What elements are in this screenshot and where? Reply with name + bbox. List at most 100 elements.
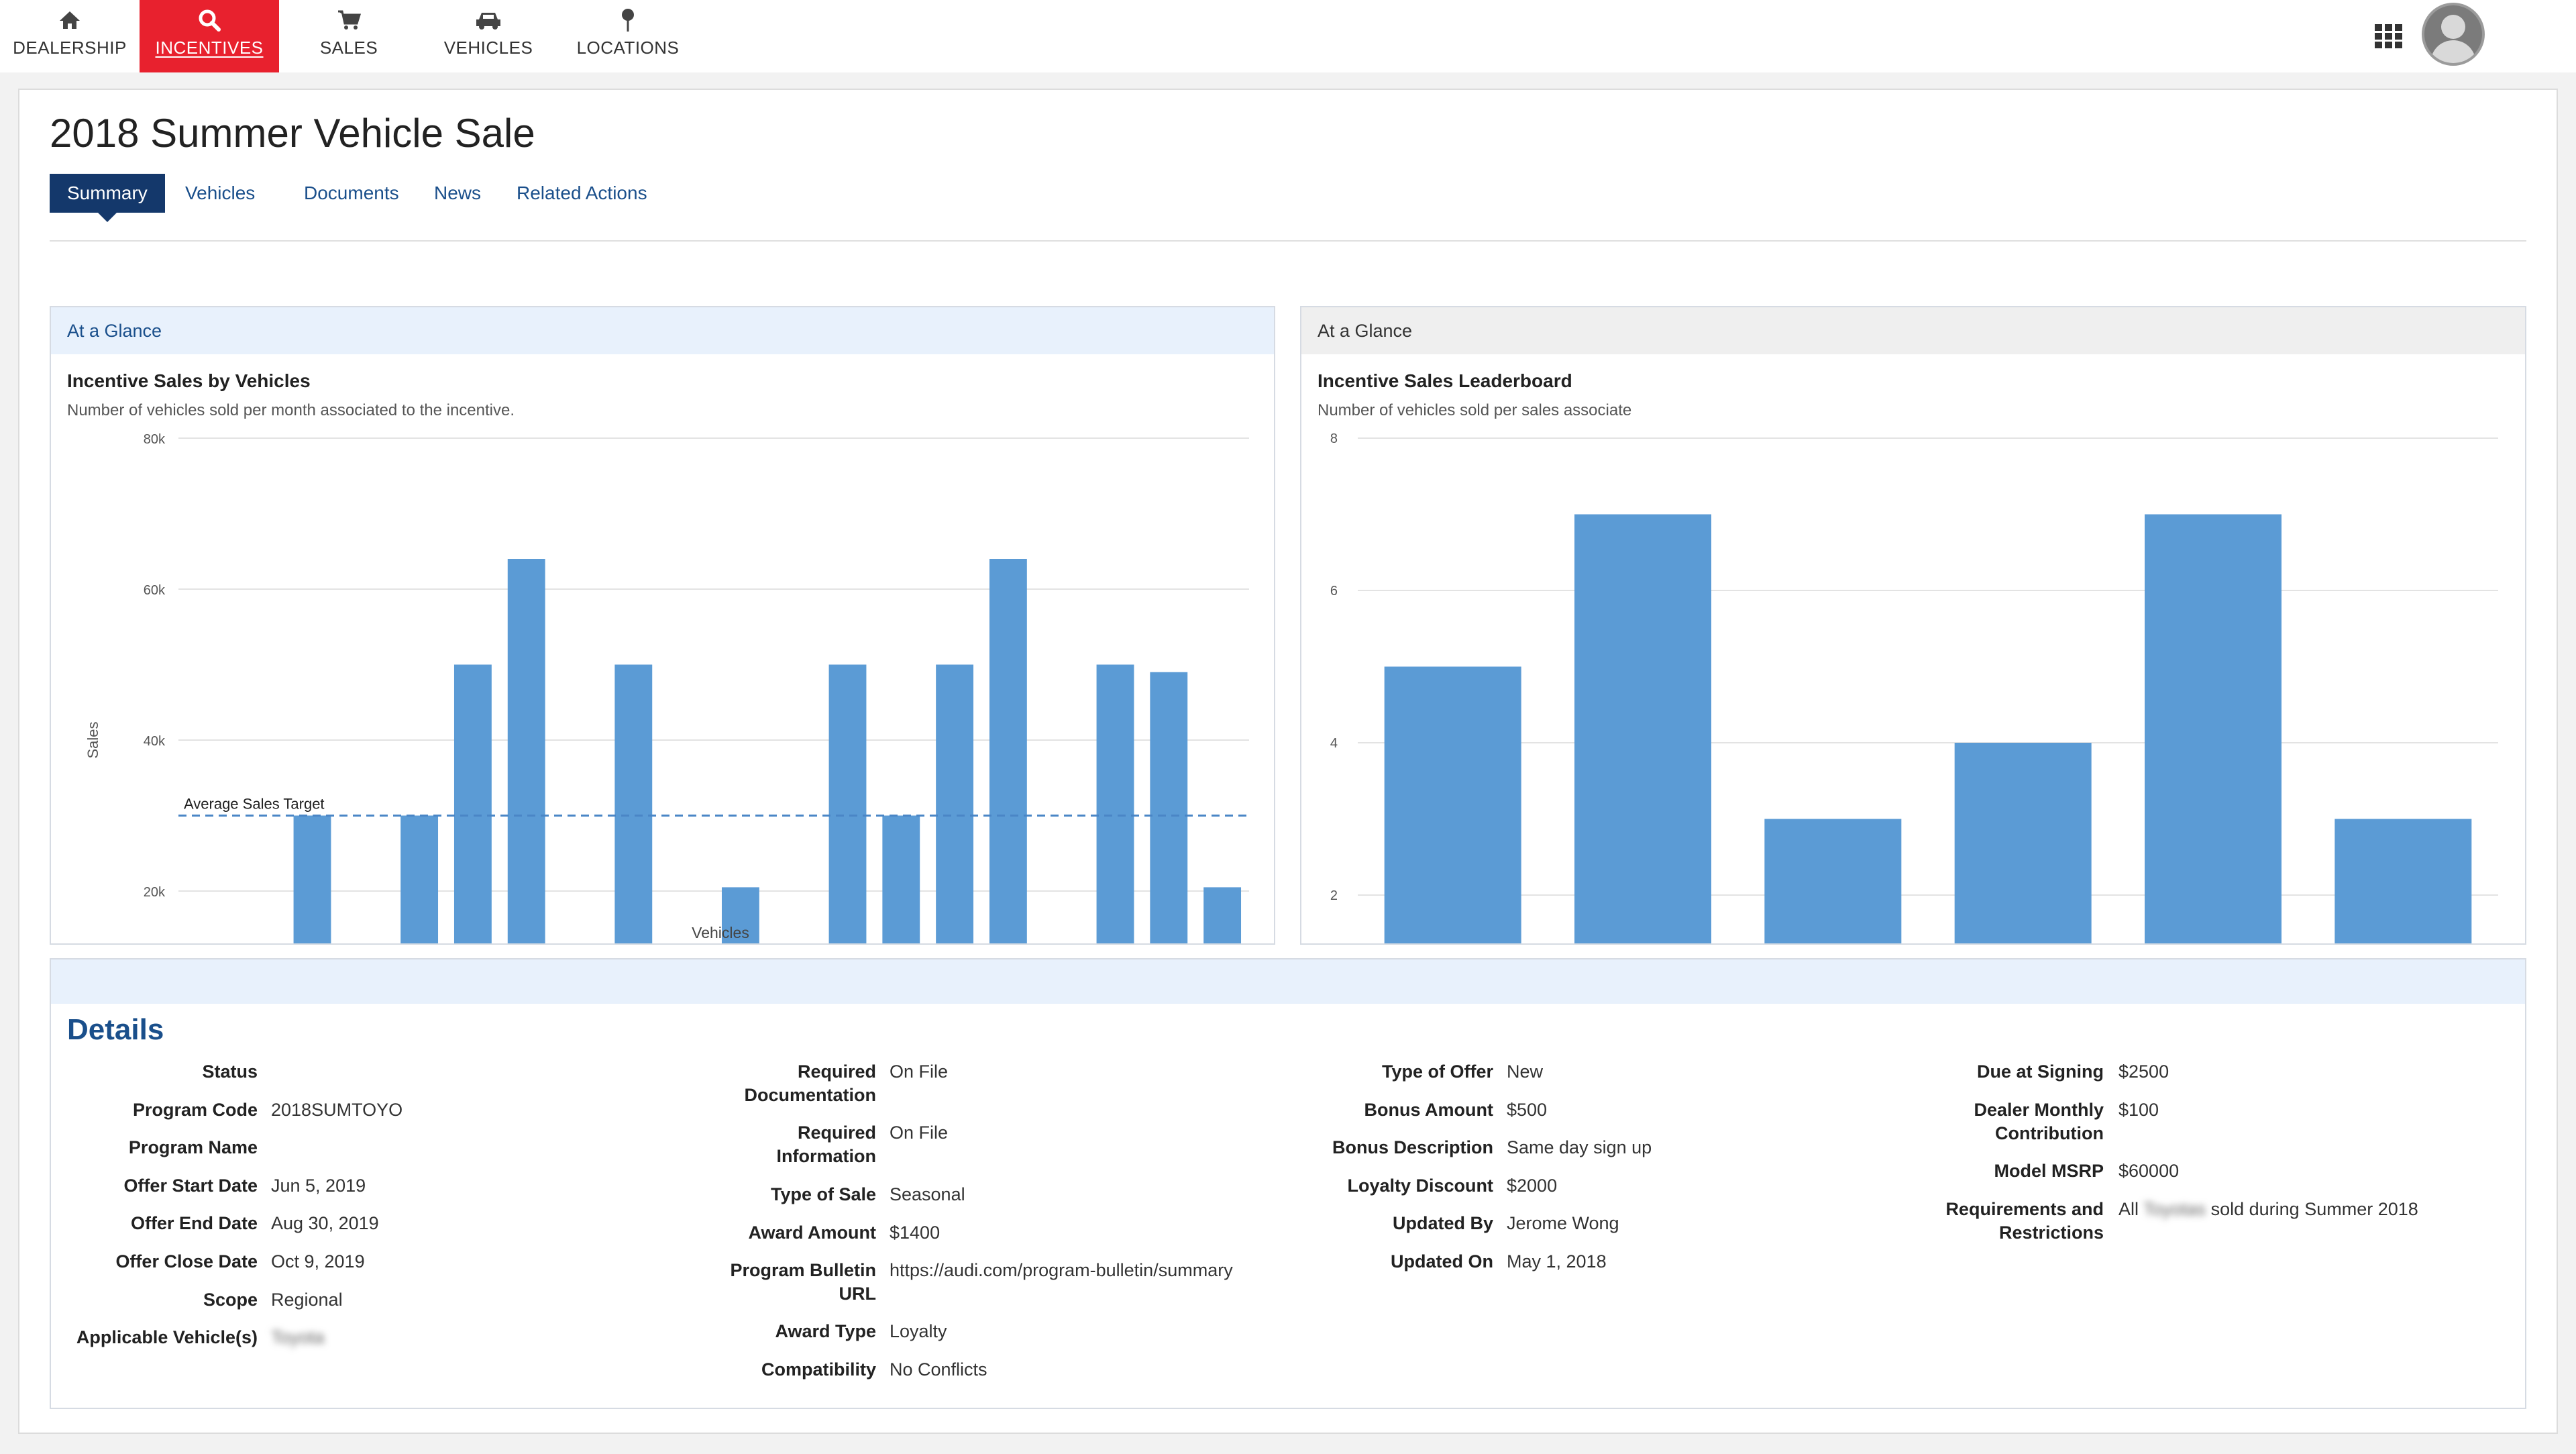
- nav-label: SALES: [319, 38, 378, 58]
- nav-incentives[interactable]: INCENTIVES: [140, 0, 279, 72]
- bar: [293, 815, 331, 943]
- tab-news[interactable]: News: [417, 174, 498, 213]
- detail-value: $2500: [2118, 1061, 2169, 1082]
- detail-label: Program Name: [128, 1137, 258, 1157]
- bar: [882, 815, 920, 943]
- average-target-label: Average Sales Target: [184, 796, 325, 813]
- detail-label: Offer Start Date: [123, 1176, 258, 1196]
- detail-value: All Toyotas sold during Summer 2018: [2118, 1199, 2418, 1219]
- detail-label: Updated On: [1391, 1251, 1493, 1271]
- tab-related-actions[interactable]: Related Actions: [499, 174, 665, 213]
- nav-sales[interactable]: SALES: [279, 0, 419, 72]
- detail-label: Scope: [203, 1290, 258, 1310]
- user-avatar-icon[interactable]: [2422, 3, 2485, 66]
- bar: [1203, 887, 1242, 943]
- nav-label: VEHICLES: [443, 38, 533, 58]
- y-tick-label: 2: [1330, 888, 1338, 903]
- bar: [1150, 672, 1188, 943]
- bar: [614, 664, 653, 943]
- detail-label: Type of Offer: [1381, 1061, 1493, 1082]
- x-axis-label: Vehicles: [692, 924, 749, 941]
- detail-label: Loyalty Discount: [1347, 1176, 1493, 1196]
- detail-label: Requirements and Restrictions: [1945, 1199, 2104, 1243]
- bar: [400, 815, 439, 943]
- panel-leaderboard: At a Glance Incentive Sales Leaderboard …: [1300, 306, 2526, 945]
- nav-label: DEALERSHIP: [13, 38, 127, 58]
- car-icon: [419, 7, 558, 34]
- detail-label: Offer End Date: [130, 1213, 258, 1233]
- detail-value: 2018SUMTOYO: [271, 1100, 403, 1120]
- map-pin-icon: [558, 7, 698, 34]
- detail-value: $60000: [2118, 1161, 2180, 1181]
- detail-label: Bonus Description: [1332, 1137, 1493, 1157]
- detail-label: Type of Sale: [770, 1184, 876, 1204]
- detail-value: On File: [890, 1061, 949, 1082]
- y-axis-label: Sales: [85, 721, 101, 758]
- bar: [828, 664, 867, 943]
- y-tick-label: 6: [1330, 584, 1338, 599]
- detail-label: Updated By: [1392, 1213, 1493, 1233]
- nav-vehicles[interactable]: VEHICLES: [419, 0, 558, 72]
- detail-value: $100: [2118, 1100, 2159, 1120]
- nav-dealership[interactable]: DEALERSHIP: [0, 0, 140, 72]
- bar: [2334, 819, 2472, 943]
- detail-value: Regional: [271, 1290, 343, 1310]
- chart-leaderboard: 02468Jessica WonSundar CookEvan LincolnM…: [1330, 431, 2498, 943]
- tabs-divider: [50, 240, 2526, 242]
- bar: [1096, 664, 1134, 943]
- cart-icon: [279, 7, 419, 34]
- detail-label: Bonus Amount: [1364, 1100, 1493, 1120]
- y-tick-label: 80k: [144, 432, 166, 447]
- detail-label: Applicable Vehicle(s): [76, 1327, 258, 1347]
- details-panel: Details Status Program Code 2018SUMTOYO …: [50, 958, 2526, 1409]
- top-nav: DEALERSHIP INCENTIVES SALES VEHICLES LOC…: [0, 0, 2576, 72]
- bar: [989, 559, 1027, 943]
- detail-value: Loyalty: [890, 1321, 947, 1341]
- detail-label: Status: [202, 1061, 258, 1082]
- detail-value: Aug 30, 2019: [271, 1213, 379, 1233]
- detail-label: Program Code: [132, 1100, 258, 1120]
- detail-label: Required Documentation: [744, 1061, 876, 1105]
- y-tick-label: 8: [1330, 431, 1338, 446]
- chart-sales-by-vehicles: 020k40k60k80kSalesAverage Sales TargetVe…: [85, 432, 1249, 943]
- main-card: 2018 Summer Vehicle Sale Summary Vehicle…: [18, 89, 2558, 1434]
- detail-value: No Conflicts: [890, 1359, 987, 1380]
- y-tick-label: 20k: [144, 885, 166, 900]
- detail-value: On File: [890, 1123, 949, 1143]
- bar: [2145, 514, 2282, 943]
- bar: [1384, 666, 1521, 943]
- grid-icon[interactable]: [2373, 24, 2404, 48]
- nav-label: LOCATIONS: [576, 38, 680, 58]
- tab-documents[interactable]: Documents: [286, 174, 417, 213]
- detail-label: Required Information: [776, 1123, 877, 1166]
- y-tick-label: 60k: [144, 583, 166, 598]
- home-icon: [0, 7, 140, 34]
- detail-value: Seasonal: [890, 1184, 965, 1204]
- y-tick-label: 4: [1330, 736, 1338, 751]
- details-band: [51, 959, 2525, 1004]
- detail-value: Toyota: [271, 1327, 325, 1347]
- tab-vehicles[interactable]: Vehicles: [168, 174, 272, 213]
- detail-label: Dealer Monthly Contribution: [1974, 1100, 2104, 1143]
- page-title: 2018 Summer Vehicle Sale: [50, 111, 535, 156]
- detail-value: Oct 9, 2019: [271, 1251, 365, 1271]
- detail-value: New: [1507, 1061, 1544, 1082]
- detail-value: $500: [1507, 1100, 1548, 1120]
- detail-value: Same day sign up: [1507, 1137, 1652, 1157]
- y-tick-label: 40k: [144, 734, 166, 749]
- program-bulletin-link[interactable]: https://audi.com/program-bulletin/summar…: [890, 1259, 1233, 1282]
- detail-label: Award Type: [775, 1321, 876, 1341]
- detail-value: Jerome Wong: [1507, 1213, 1619, 1233]
- bar: [1954, 743, 2092, 943]
- bar: [507, 559, 545, 943]
- bar: [1764, 819, 1902, 943]
- detail-label: Offer Close Date: [115, 1251, 258, 1271]
- detail-label: Model MSRP: [1994, 1161, 2104, 1181]
- detail-value: May 1, 2018: [1507, 1251, 1607, 1271]
- detail-label: Due at Signing: [1977, 1061, 2104, 1082]
- panel-sales-by-vehicles: At a Glance Incentive Sales by Vehicles …: [50, 306, 1275, 945]
- details-title: Details: [67, 1013, 164, 1046]
- nav-locations[interactable]: LOCATIONS: [558, 0, 698, 72]
- bar: [936, 664, 974, 943]
- tab-summary[interactable]: Summary: [50, 174, 165, 222]
